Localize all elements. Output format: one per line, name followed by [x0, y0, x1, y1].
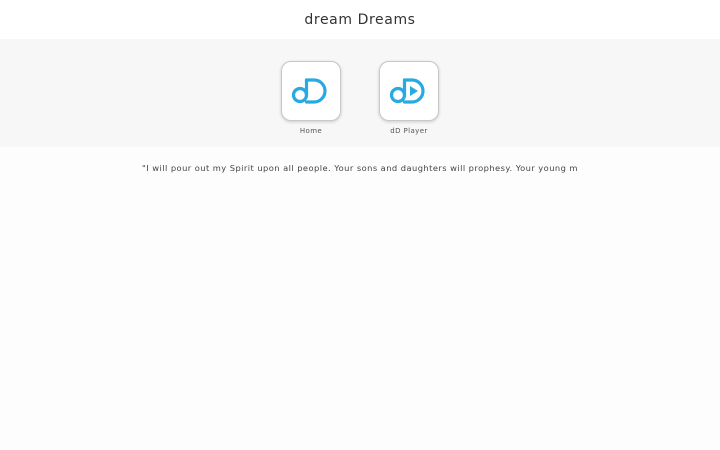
dd-player-logo-icon [389, 78, 425, 104]
app-dd-player-label: dD Player [390, 127, 428, 135]
app-home-tile[interactable] [281, 61, 341, 121]
scripture-quote: "I will pour out my Spirit upon all peop… [142, 163, 578, 173]
dd-logo-icon [291, 78, 327, 104]
quote-container: "I will pour out my Spirit upon all peop… [0, 163, 720, 173]
app-dd-player-tile[interactable] [379, 61, 439, 121]
app-dd-player[interactable]: dD Player [379, 61, 439, 135]
page: dream Dreams Home dD Player "I will pour… [0, 0, 720, 450]
header: dream Dreams [0, 0, 720, 39]
app-home[interactable]: Home [281, 61, 341, 135]
apps-band: Home dD Player [0, 39, 720, 147]
app-home-label: Home [299, 127, 323, 135]
site-title: dream Dreams [304, 11, 416, 28]
